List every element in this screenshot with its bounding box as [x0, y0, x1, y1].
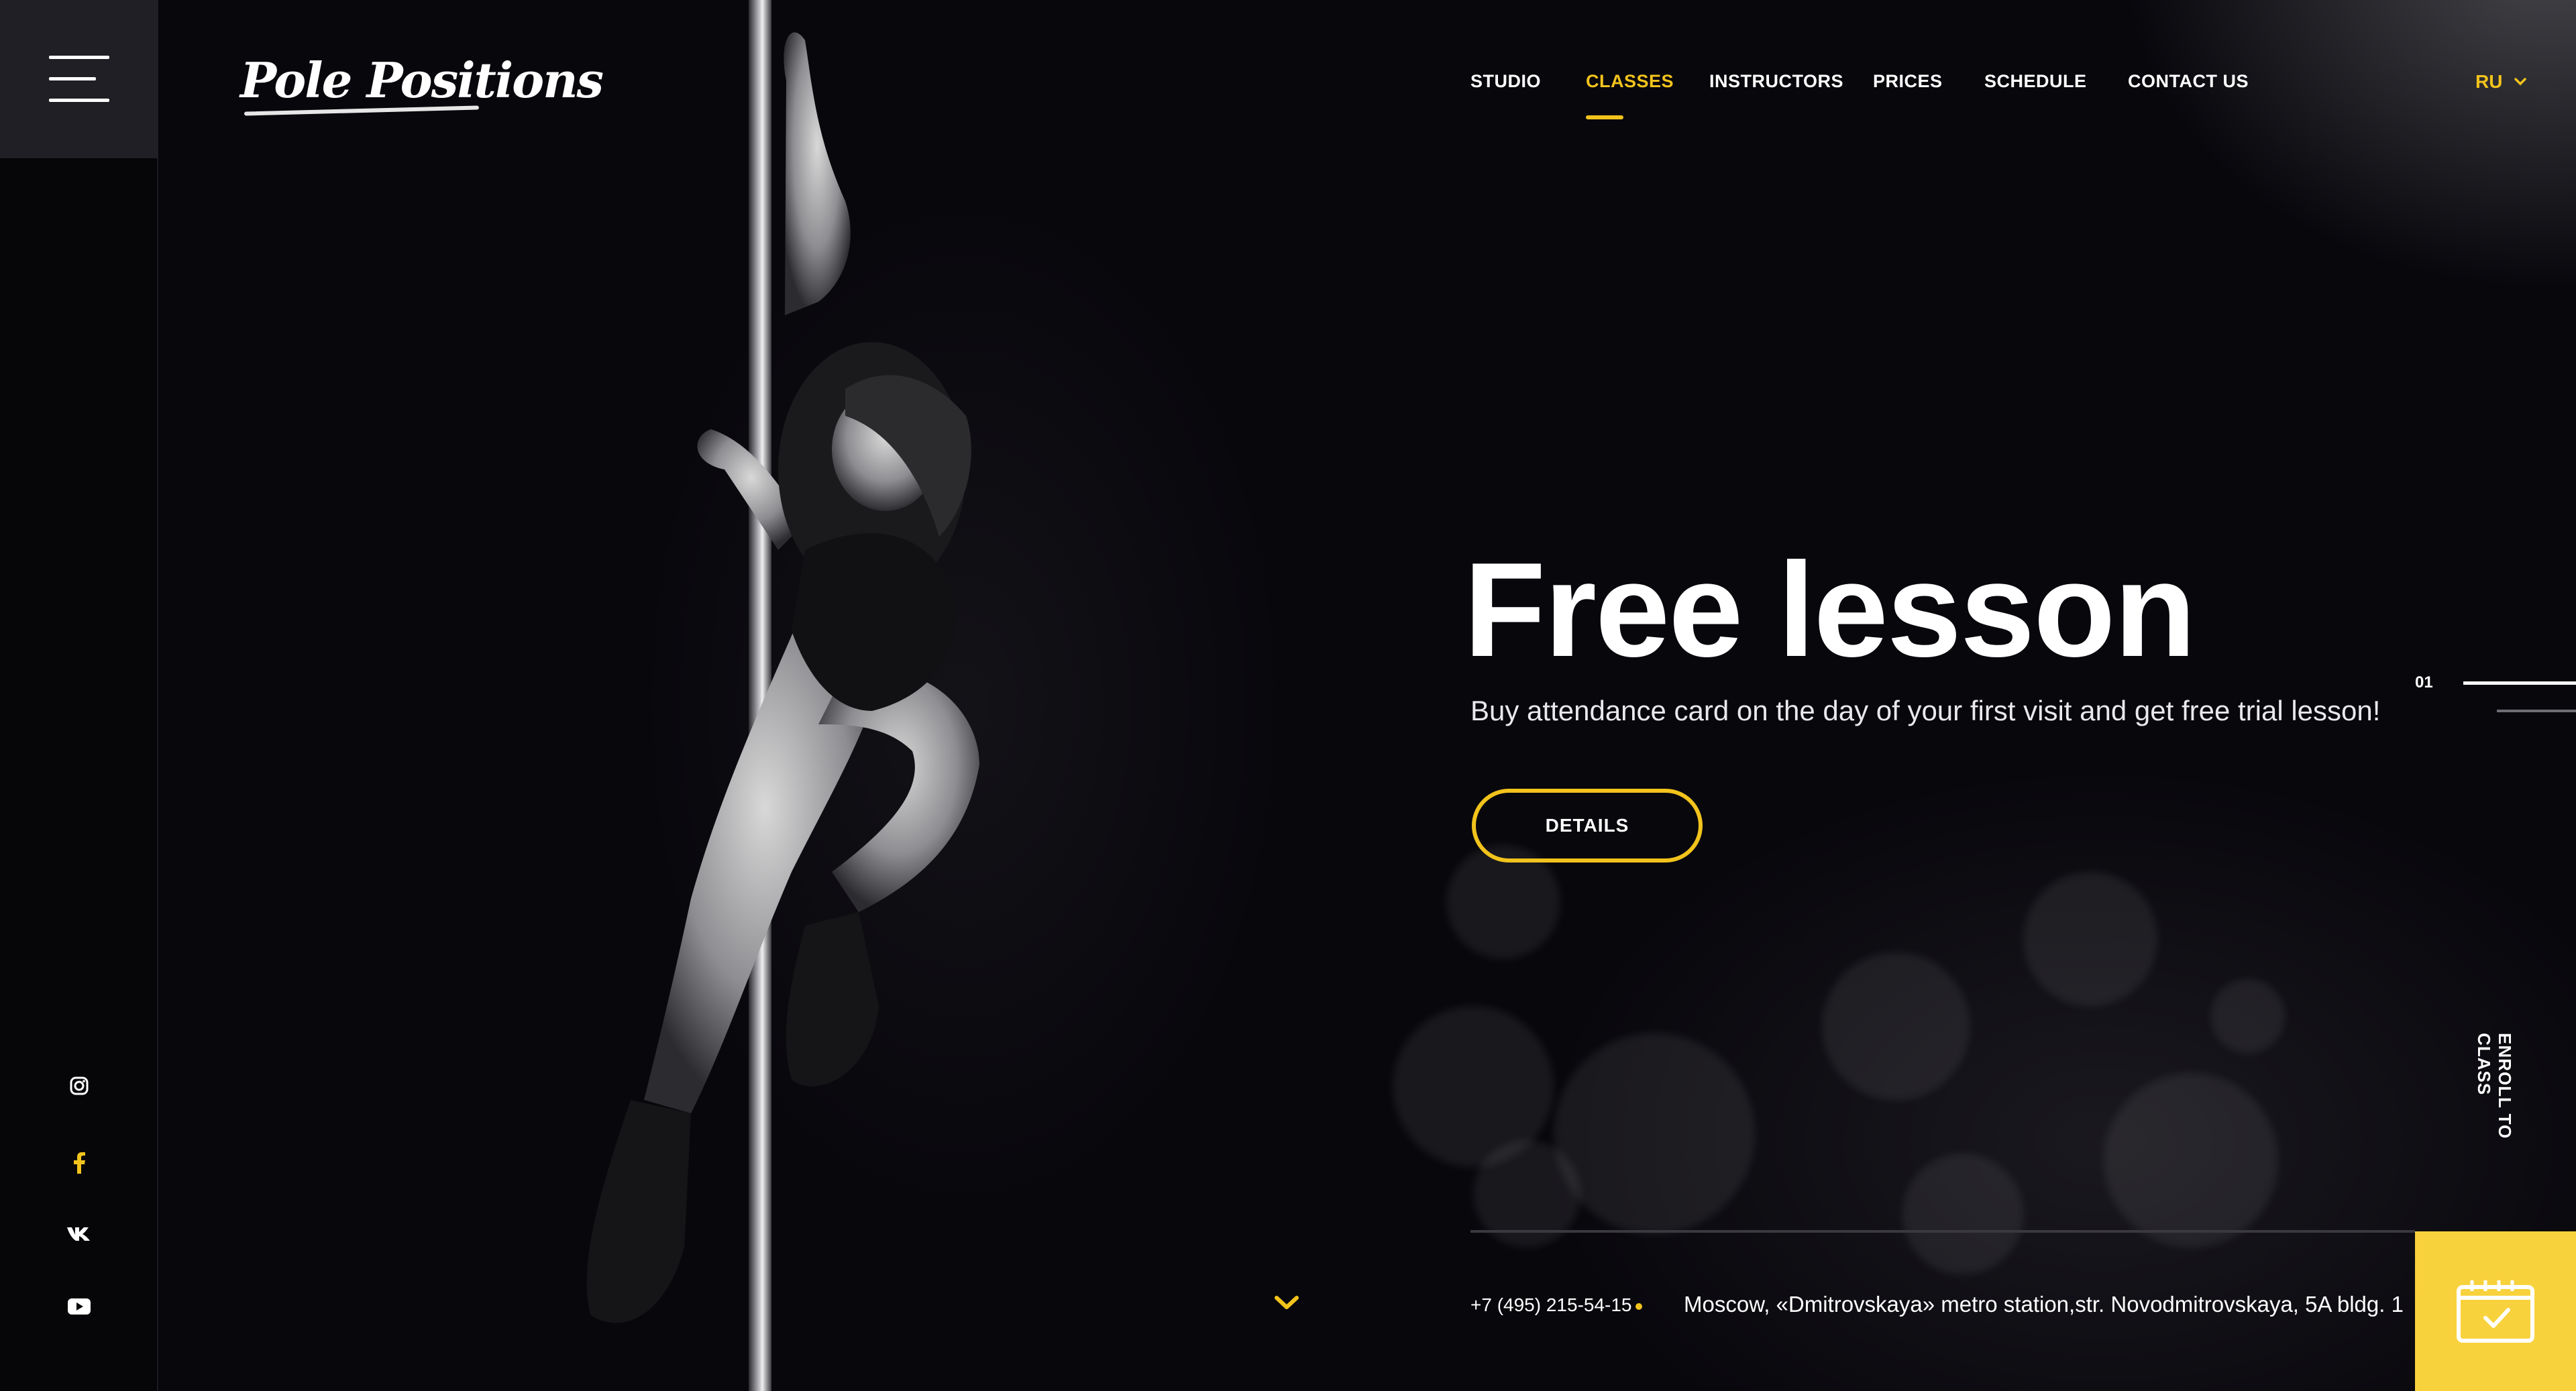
nav-contact-us[interactable]: CONTACT US [2128, 71, 2249, 92]
slide-indicator-next[interactable] [2497, 710, 2576, 712]
instagram-link[interactable] [0, 1076, 158, 1096]
scroll-down-button[interactable] [1273, 1294, 1300, 1315]
instagram-icon [70, 1076, 89, 1095]
bottom-divider [1470, 1230, 2415, 1233]
hero-subtitle: Buy attendance card on the day of your f… [1470, 695, 2381, 726]
hero-title: Free lesson [1464, 535, 2196, 685]
page: Pole Positions STUDIO CLASSES INSTRUCTOR… [0, 0, 2576, 1391]
details-button[interactable]: DETAILS [1472, 789, 1703, 863]
youtube-icon [68, 1298, 91, 1315]
youtube-link[interactable] [0, 1298, 158, 1315]
hamburger-icon [49, 56, 109, 103]
vk-link[interactable] [0, 1226, 158, 1241]
facebook-icon [74, 1152, 85, 1174]
enroll-button[interactable] [2415, 1231, 2576, 1391]
nav-prices[interactable]: PRICES [1873, 71, 1943, 92]
slide-number: 01 [2415, 673, 2433, 691]
nav-schedule[interactable]: SCHEDULE [1984, 71, 2087, 92]
facebook-link[interactable] [0, 1152, 158, 1174]
nav-instructors[interactable]: INSTRUCTORS [1709, 71, 1843, 92]
left-rail [0, 0, 158, 1391]
nav-studio[interactable]: STUDIO [1470, 71, 1541, 92]
logo-wordmark: Pole Positions [240, 52, 604, 109]
chevron-down-icon [1275, 1296, 1299, 1309]
nav-classes[interactable]: CLASSES [1586, 71, 1674, 92]
vk-icon [67, 1227, 90, 1241]
menu-button[interactable] [0, 0, 158, 158]
chevron-down-icon [2514, 78, 2527, 86]
calendar-check-icon [2457, 1280, 2534, 1343]
nav-active-indicator [1586, 115, 1623, 119]
language-current: RU [2475, 71, 2503, 92]
hero-dancer-photo [376, 0, 1301, 1391]
enroll-to-class-link[interactable]: ENROLL TO CLASS [2474, 1033, 2515, 1180]
slide-indicator-active[interactable] [2463, 681, 2576, 685]
phone-number[interactable]: +7 (495) 215-54-15 [1470, 1294, 1632, 1316]
address: Moscow, «Dmitrovskaya» metro station,str… [1684, 1292, 2404, 1317]
language-selector[interactable]: RU [2475, 71, 2527, 93]
separator-dot [1635, 1303, 1642, 1310]
brand-logo[interactable]: Pole Positions [240, 47, 604, 121]
